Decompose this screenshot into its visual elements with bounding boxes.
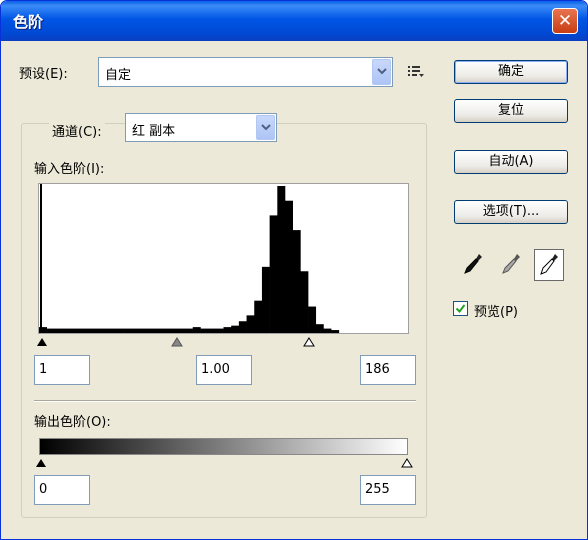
output-white-field[interactable]: 255 [360,475,416,505]
histogram-bar [108,328,117,333]
histogram-bar [77,328,86,333]
histogram-bar [285,200,293,333]
input-gamma-value: 1.00 [201,362,230,377]
histogram-bar [261,266,270,333]
histogram-bar [308,306,317,333]
histogram-bar [331,330,340,333]
histogram-bar [46,328,55,333]
levels-dialog: 色阶 ✕ 预设(E): 自定 确定 复位 自动(A) 选项(T)... 预览(P… [0,0,588,540]
input-black-value: 1 [39,362,48,377]
input-white-slider[interactable] [303,336,315,351]
histogram-bar [131,328,140,333]
histogram-bar [323,328,332,333]
histogram-bar [315,324,324,333]
preset-value: 自定 [105,68,132,83]
histogram-bar [123,328,132,333]
histogram [38,183,409,334]
input-levels-label: 输入色阶(I): [34,162,105,177]
input-gamma-field[interactable]: 1.00 [196,355,252,385]
histogram-bar [138,328,147,333]
output-black-value: 0 [39,482,48,497]
channel-value: 红 副本 [132,124,176,139]
channel-label: 通道(C): [49,121,105,140]
separator [34,400,416,402]
input-white-value: 186 [365,362,390,377]
histogram-bar [62,328,71,333]
input-white-field[interactable]: 186 [360,355,416,385]
output-white-slider[interactable] [401,457,413,472]
histogram-bar [238,321,247,333]
options-button[interactable]: 选项(T)... [454,200,568,224]
histogram-bar [115,328,124,333]
histogram-bar [100,328,109,333]
input-black-slider[interactable] [36,336,48,351]
histogram-bar [269,215,278,333]
histogram-bar [277,186,286,333]
histogram-bar [85,328,94,333]
preset-dropdown[interactable]: 自定 [98,57,393,87]
histogram-bar [300,271,309,333]
histogram-bar [92,328,101,333]
dialog-body: 预设(E): 自定 确定 复位 自动(A) 选项(T)... 预览(P) 通道(… [1,41,587,539]
ok-button[interactable]: 确定 [454,60,568,84]
close-icon: ✕ [557,11,573,31]
output-gradient-bar [39,438,408,455]
preview-label: 预览(P) [474,305,518,320]
output-black-field[interactable]: 0 [34,475,90,505]
close-button[interactable]: ✕ [552,8,578,34]
histogram-plot [39,184,340,333]
histogram-bar [185,328,194,333]
chevron-down-icon[interactable] [372,59,391,85]
title-bar[interactable]: 色阶 ✕ [1,1,587,41]
histogram-bar [54,328,63,333]
histogram-bar [231,325,240,333]
histogram-bar [246,315,255,333]
histogram-bar [169,328,178,333]
white-eyedropper-icon[interactable] [534,249,564,281]
histogram-bar [223,327,232,333]
chevron-down-icon[interactable] [256,115,275,140]
window-title: 色阶 [13,13,44,31]
reset-button[interactable]: 复位 [454,99,568,123]
preset-menu-icon[interactable] [407,65,425,79]
black-eyedropper-icon[interactable] [461,251,485,279]
histogram-bar [146,328,155,333]
input-gamma-slider[interactable] [171,336,183,351]
histogram-bar [254,300,263,333]
histogram-bar [69,328,78,333]
gray-eyedropper-icon[interactable] [499,251,523,279]
histogram-bar [192,327,201,333]
channel-dropdown[interactable]: 红 副本 [125,113,277,142]
histogram-bar [40,184,42,333]
output-levels-label: 输出色阶(O): [34,415,111,430]
histogram-bar [292,230,301,333]
input-black-field[interactable]: 1 [34,355,90,385]
preset-label: 预设(E): [19,67,68,82]
histogram-bar [215,328,224,333]
histogram-bar [162,328,170,333]
output-black-slider[interactable] [35,457,47,472]
preview-checkbox[interactable] [453,301,468,316]
histogram-bar [154,328,163,333]
histogram-bar [177,328,186,333]
auto-button[interactable]: 自动(A) [454,150,568,174]
histogram-bar [200,328,209,333]
histogram-bar [208,328,217,333]
output-white-value: 255 [365,482,390,497]
